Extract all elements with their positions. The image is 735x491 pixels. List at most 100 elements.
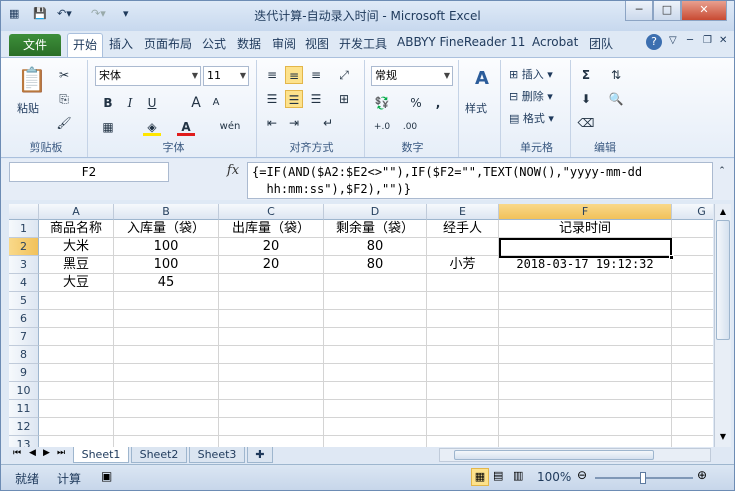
row-header-6[interactable]: 6 [9,310,39,328]
zoom-slider-thumb[interactable] [640,472,646,484]
cell-f13[interactable] [499,436,672,447]
cell-g8[interactable] [672,346,713,364]
cell-b13[interactable] [114,436,219,447]
cell-a8[interactable] [39,346,114,364]
cell-c8[interactable] [219,346,324,364]
tab-developer[interactable]: 开发工具 [339,35,387,52]
styles-icon[interactable]: A [471,66,493,92]
cell-b11[interactable] [114,400,219,418]
cell-a3[interactable]: 黑豆 [39,256,114,274]
next-sheet-icon[interactable]: ▶ [43,448,50,458]
cell-f8[interactable] [499,346,672,364]
sort-filter-icon[interactable]: ⇅ [607,66,625,84]
font-name-combo[interactable]: 宋体 ▼ [95,66,201,86]
cell-g5[interactable] [672,292,713,310]
cell-d6[interactable] [324,310,427,328]
cell-e5[interactable] [427,292,499,310]
tab-page-layout[interactable]: 页面布局 [144,35,192,52]
column-header-a[interactable]: A [39,204,114,220]
cell-b10[interactable] [114,382,219,400]
sheet-tab-sheet2[interactable]: Sheet2 [131,447,187,463]
cell-a11[interactable] [39,400,114,418]
comma-button[interactable]: , [429,94,447,112]
row-header-9[interactable]: 9 [9,364,39,382]
cell-d13[interactable] [324,436,427,447]
font-color-icon[interactable]: A [177,118,195,136]
sheet-tab-sheet3[interactable]: Sheet3 [189,447,245,463]
cell-f7[interactable] [499,328,672,346]
tab-acrobat[interactable]: Acrobat [532,35,578,49]
align-right-icon[interactable]: ☰ [307,90,325,108]
cell-b12[interactable] [114,418,219,436]
maximize-button[interactable]: □ [653,1,681,21]
column-header-c[interactable]: C [219,204,324,220]
paste-button[interactable]: 粘贴 [17,100,39,116]
cell-c13[interactable] [219,436,324,447]
format-painter-icon[interactable]: 🖌 [55,114,73,132]
zoom-in-icon[interactable]: ⊕ [697,468,707,482]
cell-g11[interactable] [672,400,713,418]
align-left-icon[interactable]: ☰ [263,90,281,108]
cell-g3[interactable] [672,256,713,274]
cell-g1[interactable] [672,220,713,238]
row-header-8[interactable]: 8 [9,346,39,364]
macro-record-icon[interactable]: ▣ [101,469,112,483]
formula-input[interactable]: {=IF(AND($A2:$E2<>""),IF($F2="",TEXT(NOW… [247,162,713,199]
cell-a1[interactable]: 商品名称 [39,220,114,238]
font-size-combo[interactable]: 11 ▼ [203,66,249,86]
vertical-scrollbar[interactable]: ▲ ▼ [714,204,731,447]
cell-a7[interactable] [39,328,114,346]
cell-e9[interactable] [427,364,499,382]
cell-a6[interactable] [39,310,114,328]
cell-b6[interactable] [114,310,219,328]
row-header-11[interactable]: 11 [9,400,39,418]
first-sheet-icon[interactable]: ⏮ [13,448,21,458]
column-header-f[interactable]: F [499,204,672,220]
cell-b9[interactable] [114,364,219,382]
cell-d10[interactable] [324,382,427,400]
row-header-10[interactable]: 10 [9,382,39,400]
cell-f3[interactable]: 2018-03-17 19:12:32 [499,256,672,274]
cell-d2[interactable]: 80 [324,238,427,256]
percent-button[interactable]: % [407,94,425,112]
zoom-out-icon[interactable]: ⊖ [577,468,587,482]
cell-c1[interactable]: 出库量（袋） [219,220,324,238]
cell-d3[interactable]: 80 [324,256,427,274]
cell-a13[interactable] [39,436,114,447]
cell-d4[interactable] [324,274,427,292]
cell-g13[interactable] [672,436,713,447]
align-middle-icon[interactable]: ≡ [285,66,303,84]
cell-a4[interactable]: 大豆 [39,274,114,292]
insert-sheet-icon[interactable]: ✚ [247,447,273,463]
cell-f5[interactable] [499,292,672,310]
normal-view-icon[interactable]: ▦ [471,468,489,486]
underline-button[interactable]: U [143,94,161,112]
increase-decimal-icon[interactable]: +.0 [373,118,391,136]
cell-f1[interactable]: 记录时间 [499,220,672,238]
page-layout-view-icon[interactable]: ▤ [493,469,503,482]
cell-g6[interactable] [672,310,713,328]
cell-g12[interactable] [672,418,713,436]
tab-formulas[interactable]: 公式 [202,35,226,52]
scroll-down-icon[interactable]: ▼ [716,430,730,444]
cell-d7[interactable] [324,328,427,346]
cell-e12[interactable] [427,418,499,436]
zoom-slider[interactable] [595,472,693,484]
column-header-d[interactable]: D [324,204,427,220]
insert-cells-button[interactable]: ⊞ 插入 ▾ [509,66,553,82]
row-header-13[interactable]: 13 [9,436,39,447]
ribbon-min-icon[interactable]: ▽ [669,35,677,46]
cell-c12[interactable] [219,418,324,436]
last-sheet-icon[interactable]: ⏭ [57,448,65,458]
cell-b4[interactable]: 45 [114,274,219,292]
bold-button[interactable]: B [99,94,117,112]
name-box[interactable]: F2 [9,162,169,182]
italic-button[interactable]: I [121,94,139,112]
row-header-12[interactable]: 12 [9,418,39,436]
cell-d8[interactable] [324,346,427,364]
cell-d9[interactable] [324,364,427,382]
delete-cells-button[interactable]: ⊟ 删除 ▾ [509,88,553,104]
cell-g7[interactable] [672,328,713,346]
cell-e4[interactable] [427,274,499,292]
scroll-up-icon[interactable]: ▲ [716,205,730,219]
